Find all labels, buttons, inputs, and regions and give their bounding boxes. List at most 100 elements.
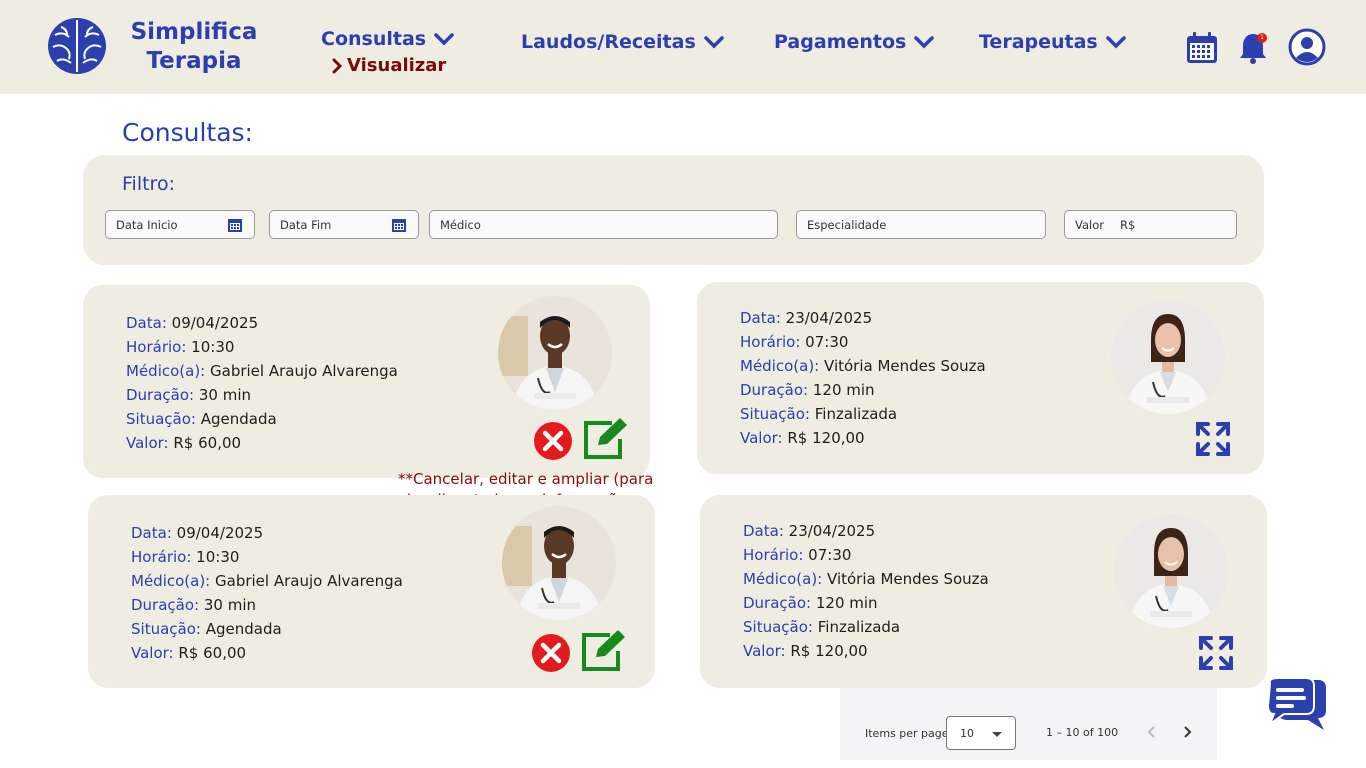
filter-especialidade-input[interactable]: Especialidade <box>796 210 1046 239</box>
situacao-label: Situação: <box>131 620 201 638</box>
consulta-horario: 10:30 <box>196 548 240 566</box>
page-range-label: 1 – 10 of 100 <box>1046 726 1119 739</box>
consulta-duracao: 120 min <box>812 381 875 399</box>
submenu-visualizar-label: Visualizar <box>347 55 447 76</box>
consulta-horario: 07:30 <box>805 333 849 351</box>
chevron-down-icon <box>914 36 935 49</box>
consulta-data: 23/04/2025 <box>788 522 876 540</box>
duracao-label: Duração: <box>740 381 809 399</box>
medico-label: Médico(a): <box>126 362 206 380</box>
consulta-data: 23/04/2025 <box>785 309 873 327</box>
edit-icon[interactable] <box>582 417 628 461</box>
filter-valor-placeholder: Valor <box>1075 217 1104 232</box>
consulta-valor: R$ 120,00 <box>787 429 865 447</box>
consulta-valor: R$ 120,00 <box>790 642 868 660</box>
nav-laudos-receitas[interactable]: Laudos/Receitas <box>521 31 724 53</box>
items-per-page-value: 10 <box>960 727 974 740</box>
nav-terapeutas[interactable]: Terapeutas <box>979 31 1126 53</box>
nav-terapeutas-label: Terapeutas <box>979 31 1098 53</box>
horario-label: Horário: <box>743 546 804 564</box>
consulta-data: 09/04/2025 <box>171 314 259 332</box>
doctor-avatar <box>1111 300 1225 414</box>
consulta-card: Data: 09/04/2025 Horário: 10:30 Médico(a… <box>83 285 650 478</box>
cancel-icon[interactable] <box>531 633 571 673</box>
items-per-page-label: Items per page: <box>865 727 953 740</box>
chevron-right-icon <box>332 58 343 73</box>
nav-consultas[interactable]: Consultas <box>321 28 454 50</box>
nav-laudos-label: Laudos/Receitas <box>521 31 696 53</box>
duracao-label: Duração: <box>126 386 195 404</box>
consulta-info: Data: 09/04/2025 Horário: 10:30 Médico(a… <box>126 311 398 455</box>
consulta-duracao: 30 min <box>198 386 252 404</box>
consulta-info: Data: 09/04/2025 Horário: 10:30 Médico(a… <box>131 521 403 665</box>
consulta-duracao: 30 min <box>203 596 257 614</box>
medico-label: Médico(a): <box>743 570 823 588</box>
valor-label: Valor: <box>743 642 786 660</box>
data-label: Data: <box>126 314 167 332</box>
filter-valor-input[interactable]: Valor R$ <box>1064 210 1237 239</box>
edit-icon[interactable] <box>580 629 626 673</box>
consulta-card: Data: 23/04/2025 Horário: 07:30 Médico(a… <box>697 282 1264 474</box>
valor-label: Valor: <box>131 644 174 662</box>
horario-label: Horário: <box>126 338 187 356</box>
duracao-label: Duração: <box>131 596 200 614</box>
consulta-valor: R$ 60,00 <box>178 644 247 662</box>
medico-label: Médico(a): <box>131 572 211 590</box>
medico-label: Médico(a): <box>740 357 820 375</box>
situacao-label: Situação: <box>126 410 196 428</box>
filter-data-inicio-input[interactable]: Data Inicio <box>105 210 255 239</box>
consulta-horario: 10:30 <box>191 338 235 356</box>
filter-label: Filtro: <box>122 173 175 195</box>
top-header: Simplifica Terapia Consultas Visualizar … <box>0 0 1366 94</box>
situacao-label: Situação: <box>743 618 813 636</box>
consulta-duracao: 120 min <box>815 594 878 612</box>
consulta-info: Data: 23/04/2025 Horário: 07:30 Médico(a… <box>740 306 986 450</box>
chat-icon[interactable] <box>1266 676 1328 732</box>
data-label: Data: <box>743 522 784 540</box>
data-label: Data: <box>131 524 172 542</box>
consulta-situacao: Agendada <box>200 410 277 428</box>
expand-icon[interactable] <box>1198 635 1234 671</box>
consulta-medico: Gabriel Araujo Alvarenga <box>215 572 403 590</box>
brand-line-1: Simplifica <box>130 19 258 45</box>
items-per-page-select[interactable]: 10 <box>946 716 1016 750</box>
consulta-medico: Vitória Mendes Souza <box>827 570 989 588</box>
data-label: Data: <box>740 309 781 327</box>
calendar-icon[interactable] <box>228 218 242 232</box>
calendar-icon[interactable] <box>1186 32 1218 64</box>
consulta-card: Data: 09/04/2025 Horário: 10:30 Médico(a… <box>88 495 655 688</box>
filter-data-fim-placeholder: Data Fim <box>280 217 332 232</box>
chevron-right-icon[interactable] <box>1181 725 1193 739</box>
dropdown-caret-icon <box>992 732 1002 737</box>
consulta-situacao: Finzalizada <box>817 618 901 636</box>
consulta-medico: Gabriel Araujo Alvarenga <box>210 362 398 380</box>
chevron-down-icon <box>1106 36 1126 49</box>
filter-data-fim-input[interactable]: Data Fim <box>269 210 419 239</box>
valor-label: Valor: <box>740 429 783 447</box>
doctor-avatar <box>1114 514 1228 628</box>
notification-badge: 1 <box>1257 33 1267 43</box>
page-title: Consultas: <box>122 118 253 147</box>
consulta-situacao: Finzalizada <box>814 405 898 423</box>
calendar-icon[interactable] <box>392 218 406 232</box>
consulta-data: 09/04/2025 <box>176 524 264 542</box>
consulta-situacao: Agendada <box>205 620 282 638</box>
filter-medico-input[interactable]: Médico <box>429 210 778 239</box>
brand-name[interactable]: Simplifica Terapia <box>120 18 268 76</box>
doctor-avatar <box>498 296 612 410</box>
nav-submenu-visualizar[interactable]: Visualizar <box>331 55 446 76</box>
cancel-icon[interactable] <box>533 421 573 461</box>
brain-logo-icon <box>48 18 106 74</box>
filter-data-inicio-placeholder: Data Inicio <box>116 217 178 232</box>
horario-label: Horário: <box>740 333 801 351</box>
chevron-down-icon <box>704 36 724 49</box>
chevron-down-icon <box>434 33 454 46</box>
chevron-left-icon[interactable] <box>1146 725 1158 739</box>
brand-line-2: Terapia <box>146 48 242 74</box>
filter-valor-prefix: R$ <box>1119 217 1136 232</box>
expand-icon[interactable] <box>1195 421 1231 457</box>
consulta-medico: Vitória Mendes Souza <box>824 357 986 375</box>
nav-pagamentos[interactable]: Pagamentos <box>774 31 935 53</box>
paginator: Items per page: 10 1 – 10 of 100 <box>840 688 1217 760</box>
user-account-icon[interactable] <box>1288 28 1326 66</box>
